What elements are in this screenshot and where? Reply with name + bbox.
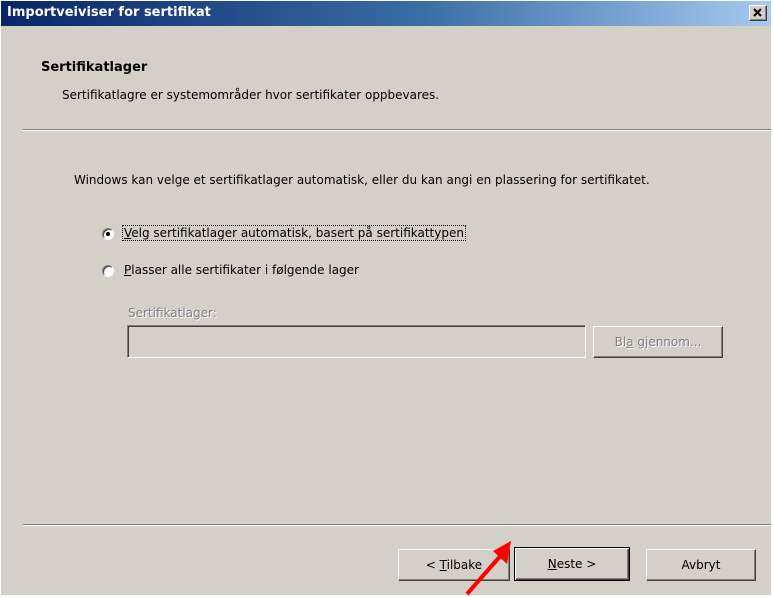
browse-button-label: Bla gjennom... — [614, 335, 702, 349]
store-field[interactable] — [127, 325, 586, 358]
header-divider — [23, 129, 771, 131]
wizard-window: Importveiviser for sertifikat Sertifikat… — [1, 1, 771, 596]
title-bar: Importveiviser for sertifikat — [1, 1, 771, 26]
footer-divider — [23, 524, 771, 526]
window-title: Importveiviser for sertifikat — [7, 5, 211, 20]
close-icon — [753, 8, 762, 17]
next-button[interactable]: Neste > — [514, 547, 630, 581]
close-button[interactable] — [749, 5, 767, 21]
page-title: Sertifikatlager — [41, 60, 148, 75]
red-arrow-pointer — [465, 541, 511, 596]
cancel-button[interactable]: Avbryt — [646, 549, 756, 581]
cancel-button-label: Avbryt — [681, 558, 721, 572]
radio-automatic[interactable] — [102, 228, 114, 240]
radio-manual[interactable] — [102, 265, 114, 277]
option-automatic-label[interactable]: Velg sertifikatlager automatisk, basert … — [122, 225, 466, 241]
option-manual-label[interactable]: Plasser alle sertifikater i følgende lag… — [123, 263, 360, 277]
wizard-header: Sertifikatlager Sertifikatlagre er syste… — [1, 26, 771, 129]
description-text: Windows kan velge et sertifikatlager aut… — [74, 173, 650, 187]
browse-button[interactable]: Bla gjennom... — [593, 326, 723, 358]
next-button-label: Neste > — [547, 557, 597, 571]
store-label: Sertifikatlager: — [128, 306, 217, 320]
page-subtitle: Sertifikatlagre er systemområder hvor se… — [62, 88, 440, 102]
